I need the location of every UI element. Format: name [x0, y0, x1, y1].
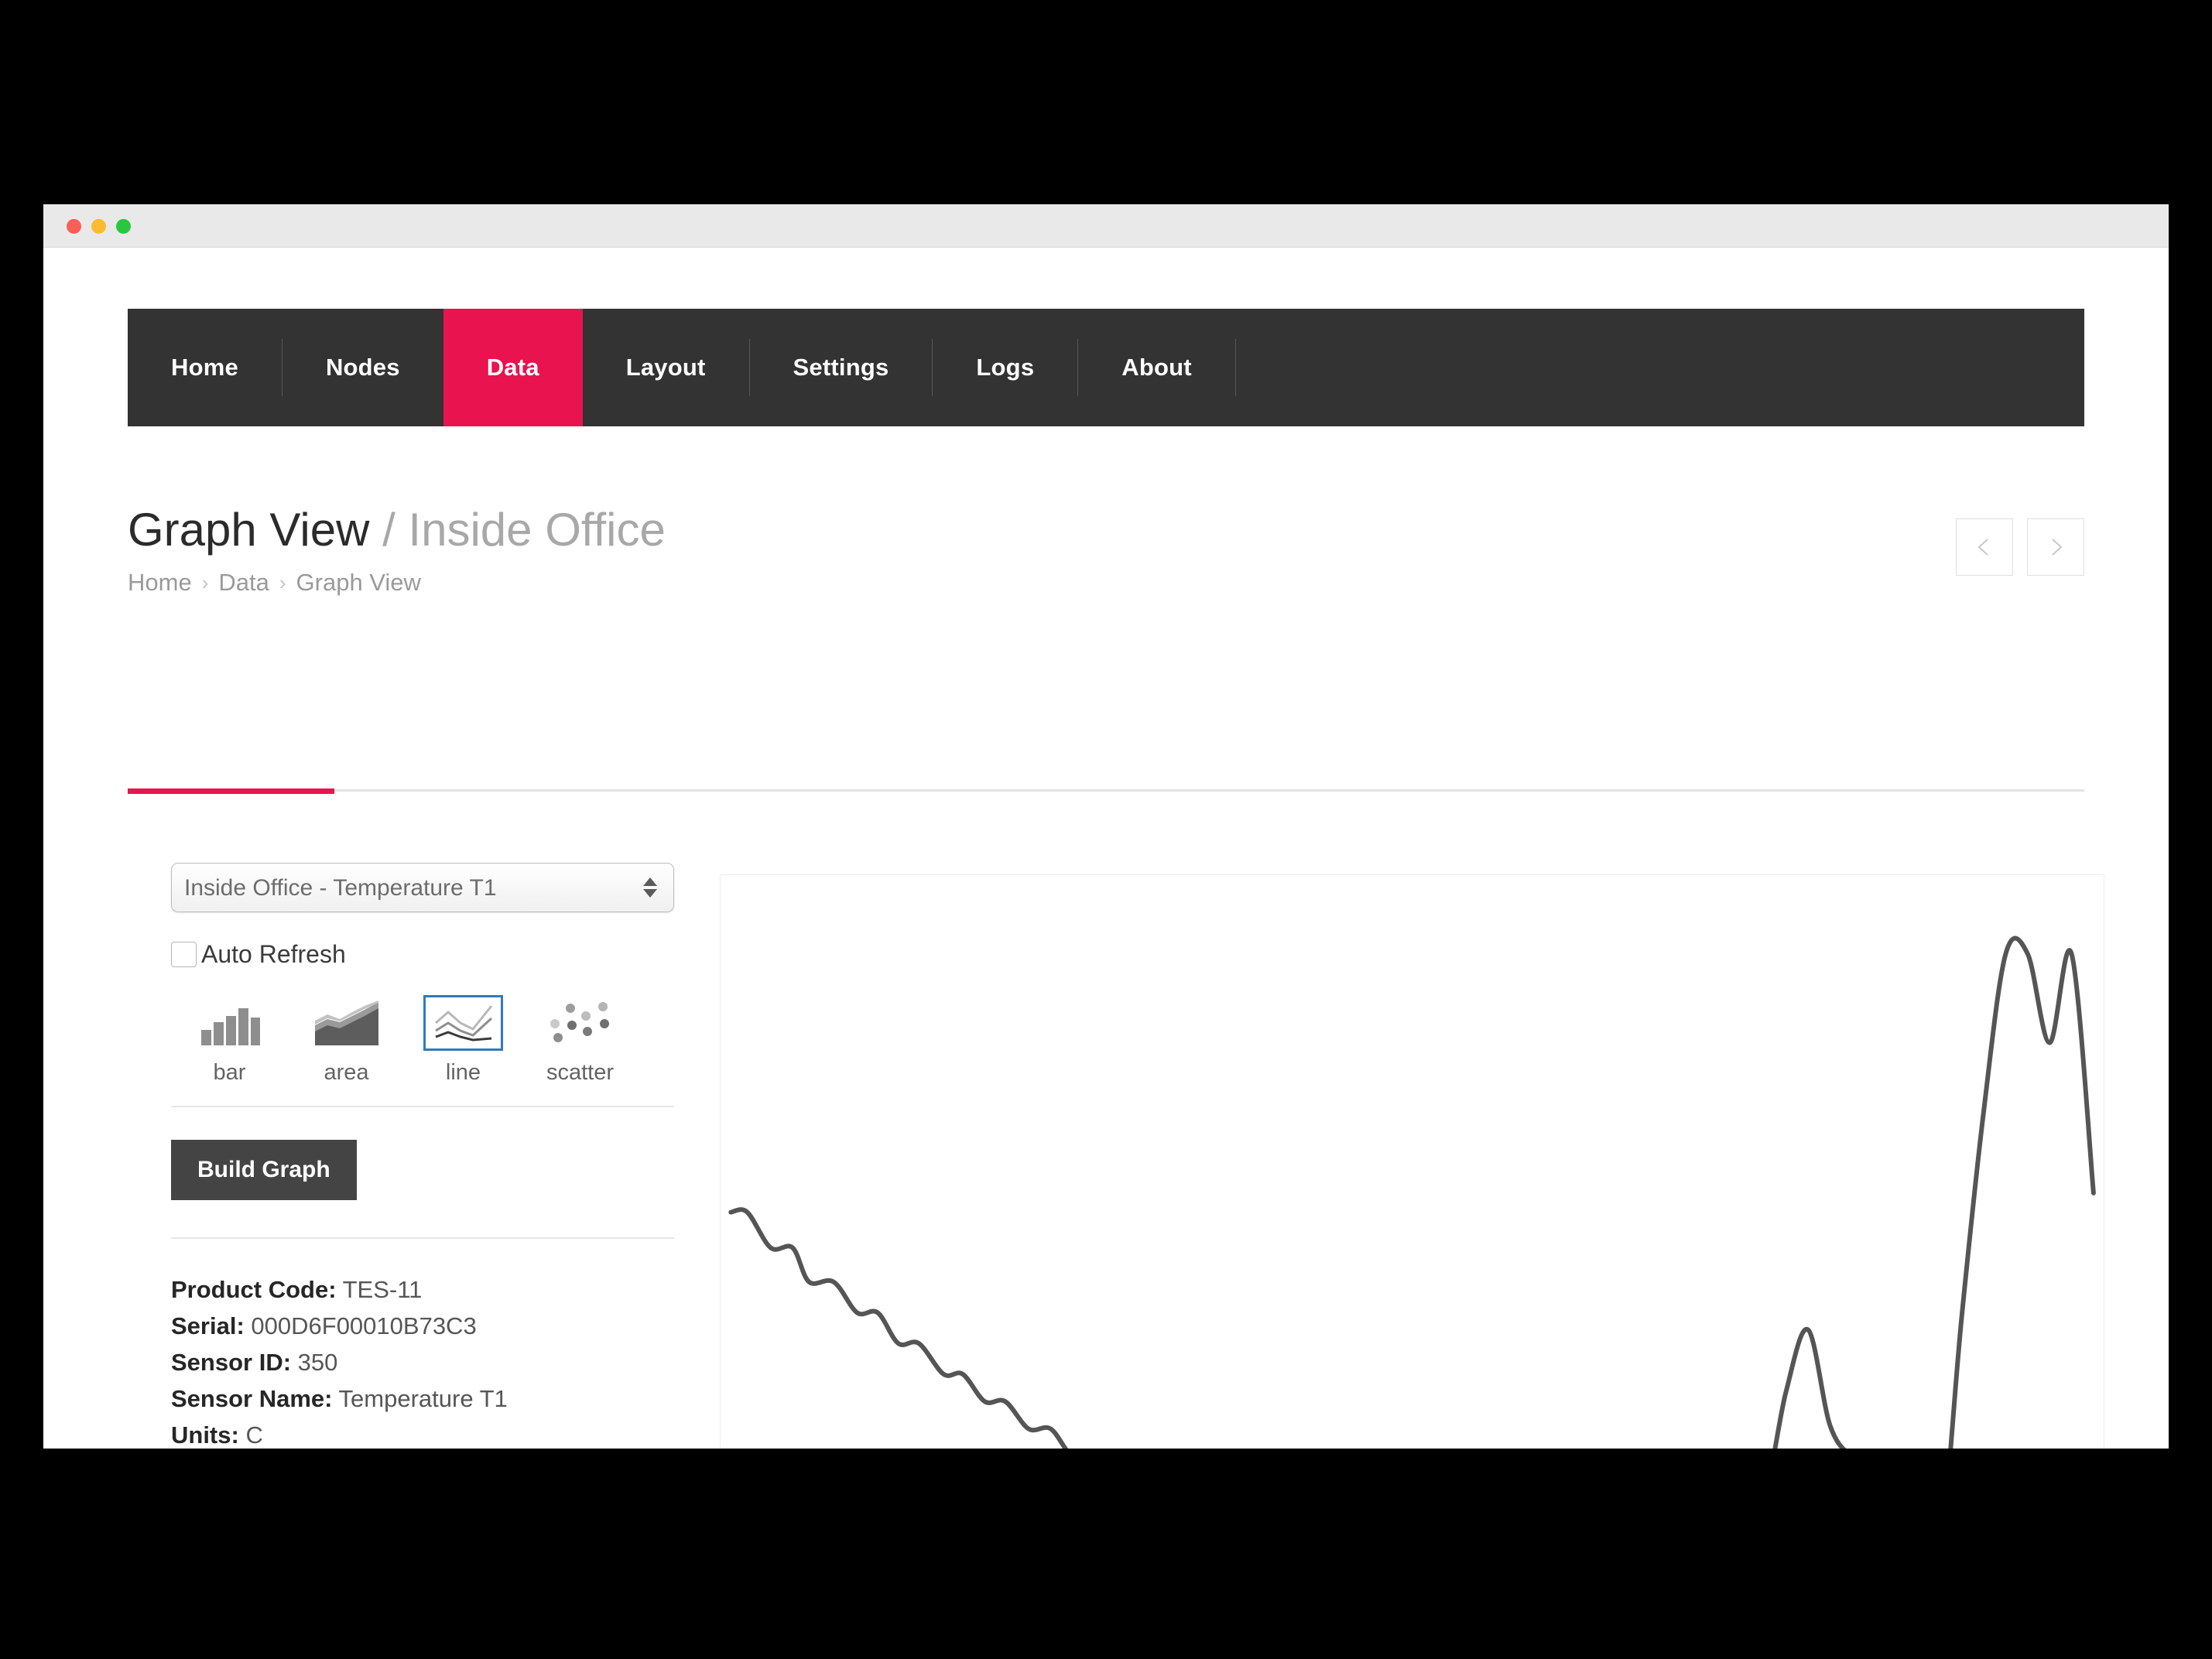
auto-refresh-checkbox[interactable]	[171, 942, 197, 967]
page-title-main: Graph View	[128, 504, 369, 556]
chevron-right-icon	[2044, 535, 2067, 559]
page-title-sub: Inside Office	[408, 504, 665, 556]
minimize-window-button[interactable]	[91, 219, 106, 234]
nav-item-nodes[interactable]: Nodes	[282, 309, 443, 426]
nav-label: Settings	[793, 354, 889, 381]
nav-label: Data	[487, 354, 539, 381]
divider	[171, 1106, 674, 1107]
header-rule-active-indicator	[128, 788, 334, 794]
nav-item-about[interactable]: About	[1078, 309, 1235, 426]
breadcrumb-separator-icon: ›	[202, 571, 209, 595]
chevron-left-icon	[1973, 535, 1996, 559]
page-title-separator: /	[369, 504, 408, 556]
bar-chart-icon	[190, 995, 269, 1051]
page-content: Home Nodes Data Layout Settings Logs Abo…	[43, 248, 2169, 1449]
metadata-key: Units:	[171, 1421, 239, 1449]
maximize-window-button[interactable]	[116, 219, 131, 234]
chart-type-bar[interactable]: bar	[171, 995, 288, 1086]
graph-svg	[721, 875, 2104, 1449]
divider	[171, 1237, 674, 1239]
metadata-value: TES-11	[343, 1276, 423, 1303]
graph-canvas[interactable]	[720, 874, 2104, 1449]
chart-type-selector: bar area	[171, 995, 674, 1086]
nav-item-layout[interactable]: Layout	[583, 309, 749, 426]
nav-label: About	[1121, 354, 1192, 381]
nav-label: Layout	[626, 354, 706, 381]
nav-item-home[interactable]: Home	[128, 309, 282, 426]
metadata-row-product-code: Product Code: TES-11	[171, 1271, 674, 1308]
header-rule	[128, 789, 2084, 792]
chart-type-label: bar	[214, 1060, 246, 1086]
nav-item-logs[interactable]: Logs	[933, 309, 1077, 426]
page-header: Graph View / Inside Office Home › Data ›…	[128, 503, 2084, 597]
chart-type-line[interactable]: line	[405, 995, 522, 1086]
breadcrumb-item-home[interactable]: Home	[128, 569, 192, 597]
chart-type-label: scatter	[546, 1060, 614, 1086]
scatter-chart-icon	[540, 995, 620, 1051]
sensor-select-wrapper: Inside Office - Temperature T1	[171, 863, 674, 912]
metadata-row-sensor-id: Sensor ID: 350	[171, 1344, 674, 1380]
nav-item-data[interactable]: Data	[443, 309, 583, 426]
metadata-key: Product Code:	[171, 1276, 337, 1303]
metadata-value: 350	[298, 1349, 338, 1376]
sensor-metadata: Product Code: TES-11 Serial: 000D6F00010…	[171, 1271, 674, 1449]
graph-controls-sidebar: Inside Office - Temperature T1 Auto Refr…	[171, 863, 674, 1449]
metadata-key: Sensor ID:	[171, 1349, 291, 1376]
breadcrumb-item-graph-view[interactable]: Graph View	[296, 569, 421, 597]
main-navigation: Home Nodes Data Layout Settings Logs Abo…	[128, 309, 2084, 426]
chart-type-scatter[interactable]: scatter	[522, 995, 639, 1086]
chart-type-area[interactable]: area	[288, 995, 405, 1086]
build-graph-button[interactable]: Build Graph	[171, 1140, 357, 1200]
metadata-row-sensor-name: Sensor Name: Temperature T1	[171, 1380, 674, 1417]
breadcrumb-item-data[interactable]: Data	[218, 569, 269, 597]
browser-window: Home Nodes Data Layout Settings Logs Abo…	[43, 204, 2169, 1449]
area-chart-icon	[306, 995, 386, 1051]
metadata-value: 000D6F00010B73C3	[251, 1312, 476, 1339]
metadata-key: Serial:	[171, 1312, 245, 1339]
auto-refresh-row[interactable]: Auto Refresh	[171, 940, 674, 969]
nav-item-settings[interactable]: Settings	[750, 309, 933, 426]
metadata-value: Temperature T1	[339, 1385, 508, 1412]
sensor-select[interactable]: Inside Office - Temperature T1	[171, 863, 674, 912]
metadata-row-units: Units: C	[171, 1417, 674, 1449]
next-page-button[interactable]	[2027, 518, 2084, 576]
series-line-temperature-t1	[731, 938, 2094, 1449]
metadata-row-serial: Serial: 000D6F00010B73C3	[171, 1308, 674, 1344]
auto-refresh-label: Auto Refresh	[201, 940, 346, 969]
close-window-button[interactable]	[67, 219, 81, 234]
nav-label: Logs	[976, 354, 1034, 381]
nav-label: Nodes	[326, 354, 400, 381]
pager-controls	[1956, 518, 2084, 576]
chart-type-label: line	[446, 1060, 481, 1086]
metadata-key: Sensor Name:	[171, 1385, 332, 1412]
chart-type-label: area	[324, 1060, 368, 1086]
breadcrumb: Home › Data › Graph View	[128, 569, 2084, 597]
nav-divider	[1235, 339, 1236, 396]
previous-page-button[interactable]	[1956, 518, 2013, 576]
line-chart-icon	[423, 995, 503, 1051]
page-title: Graph View / Inside Office	[128, 503, 2084, 556]
window-titlebar	[43, 204, 2169, 248]
metadata-value: C	[245, 1421, 262, 1449]
breadcrumb-separator-icon: ›	[279, 571, 286, 595]
nav-label: Home	[171, 354, 238, 381]
